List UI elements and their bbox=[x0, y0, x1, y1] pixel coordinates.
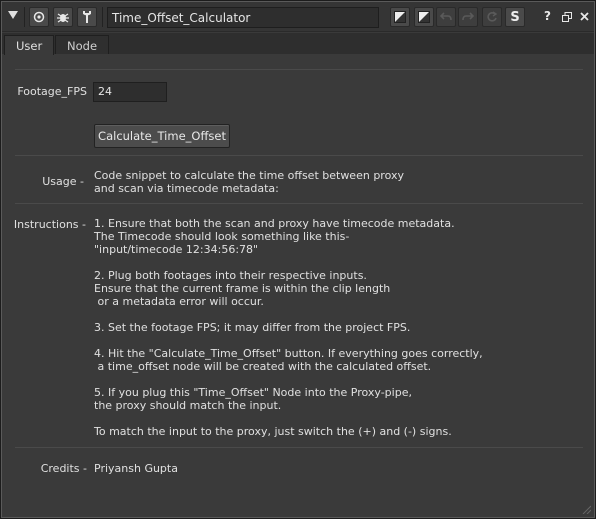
wrench-button[interactable] bbox=[77, 7, 97, 27]
separator bbox=[102, 7, 103, 27]
close-icon[interactable] bbox=[580, 12, 589, 21]
node-name-field[interactable]: Time_Offset_Calculator bbox=[107, 7, 379, 28]
usage-label: Usage - bbox=[42, 175, 84, 188]
divider bbox=[15, 69, 583, 70]
tab-user[interactable]: User bbox=[4, 35, 55, 55]
properties-panel: Time_Offset_Calculator S ? User Node Foo… bbox=[1, 1, 595, 518]
color-swatch-2-button[interactable] bbox=[414, 7, 434, 27]
divider bbox=[15, 155, 583, 156]
calculate-time-offset-button[interactable]: Calculate_Time_Offset bbox=[94, 124, 230, 148]
fps-label: Footage_FPS bbox=[17, 85, 87, 98]
center-view-icon bbox=[33, 11, 45, 23]
bug-icon bbox=[57, 13, 69, 23]
title-bar: Time_Offset_Calculator S ? bbox=[2, 2, 594, 32]
usage-text: Code snippet to calculate the time offse… bbox=[94, 169, 404, 195]
help-icon[interactable]: ? bbox=[544, 9, 551, 23]
instructions-label: Instructions - bbox=[13, 218, 86, 231]
color-swatch-2-icon bbox=[418, 11, 430, 23]
divider bbox=[15, 203, 583, 204]
revert-icon bbox=[487, 11, 498, 22]
s-button[interactable]: S bbox=[505, 7, 525, 27]
s-icon: S bbox=[510, 9, 520, 25]
revert-button[interactable] bbox=[482, 7, 502, 27]
undo-icon bbox=[440, 12, 452, 21]
credits-label: Credits - bbox=[40, 462, 87, 475]
fps-input[interactable]: 24 bbox=[93, 82, 167, 102]
redo-button[interactable] bbox=[458, 7, 478, 27]
center-view-button[interactable] bbox=[29, 7, 49, 27]
separator bbox=[24, 7, 25, 27]
collapse-triangle-icon[interactable] bbox=[8, 10, 18, 20]
instructions-text: 1. Ensure that both the scan and proxy h… bbox=[94, 217, 483, 438]
resize-grip-icon[interactable] bbox=[581, 504, 591, 514]
color-swatch-button[interactable] bbox=[390, 7, 410, 27]
redo-icon bbox=[462, 12, 474, 21]
wrench-icon bbox=[83, 11, 91, 23]
tab-node[interactable]: Node bbox=[55, 35, 110, 54]
bug-button[interactable] bbox=[53, 7, 73, 27]
tab-bar: User Node bbox=[2, 33, 594, 55]
color-swatch-icon bbox=[394, 11, 406, 23]
credits-text: Priyansh Gupta bbox=[94, 462, 178, 475]
undo-button[interactable] bbox=[436, 7, 456, 27]
divider bbox=[15, 447, 583, 448]
float-window-icon[interactable] bbox=[562, 12, 572, 22]
